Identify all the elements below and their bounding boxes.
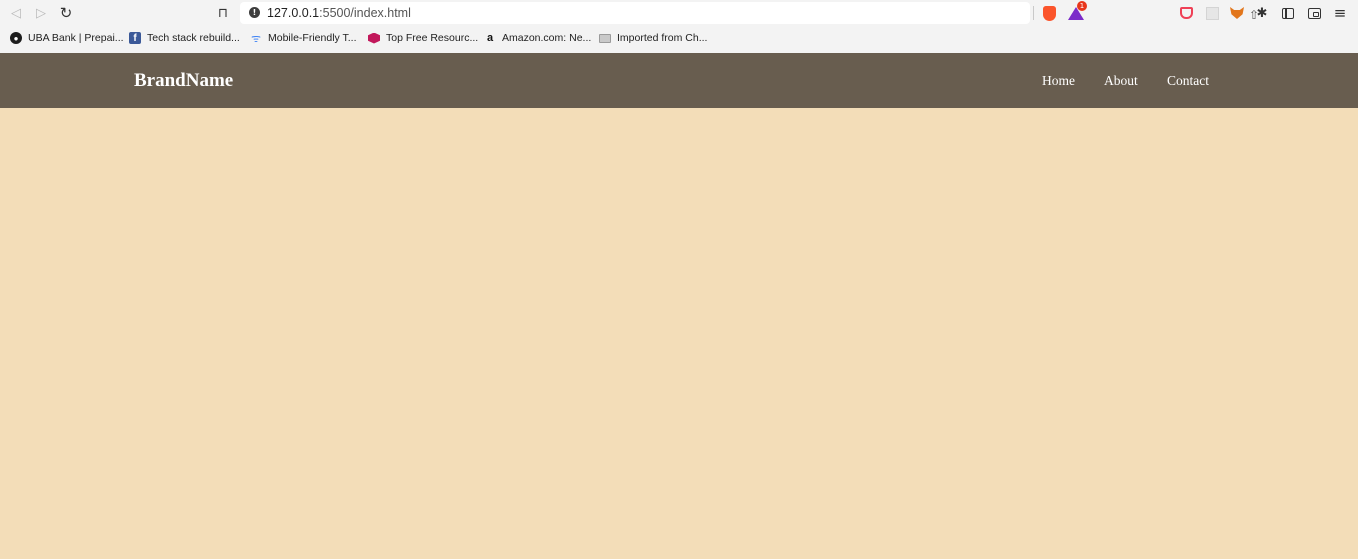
menu-icon[interactable]: ≡ [1331, 4, 1349, 22]
bookmark-page-icon[interactable]: ⊓ [213, 3, 233, 23]
toolbar-divider [1033, 6, 1034, 20]
bookmark-label: Mobile-Friendly T... [268, 32, 357, 44]
metamask-icon[interactable] [1228, 4, 1246, 22]
pocket-icon[interactable] [1177, 4, 1195, 22]
brave-rewards-icon[interactable]: 1 [1067, 1, 1087, 22]
url-host: 127.0.0.1 [267, 6, 320, 20]
address-bar[interactable]: ! 127.0.0.1:5500/index.html ⇧ [240, 2, 1259, 24]
brave-shields-icon[interactable] [1040, 4, 1058, 22]
nav-link-contact[interactable]: Contact [1167, 73, 1209, 89]
url-text[interactable]: 127.0.0.1:5500/index.html [267, 6, 411, 20]
amazon-icon: a [486, 32, 494, 44]
browser-chrome: ◁ ▷ ↻ ⊓ ! 127.0.0.1:5500/index.html ⇧ 1 … [0, 0, 1358, 53]
mobile-test-icon: ᯤ [250, 32, 262, 45]
wallet-icon[interactable] [1305, 4, 1323, 22]
bookmark-item[interactable]: Imported from Ch... [599, 28, 707, 48]
hexagon-icon [368, 32, 380, 44]
bookmark-item[interactable]: Top Free Resourc... [368, 28, 478, 48]
puzzle-icon[interactable]: ✱ [1253, 4, 1271, 22]
url-path: :5500/index.html [319, 6, 411, 20]
bookmark-label: Amazon.com: Ne... [502, 32, 592, 44]
bookmark-label: Imported from Ch... [617, 32, 708, 44]
bookmark-item[interactable]: ᯤ Mobile-Friendly T... [250, 28, 357, 48]
nav-link-about[interactable]: About [1104, 73, 1138, 89]
bookmark-item[interactable]: a Amazon.com: Ne... [484, 28, 591, 48]
bookmark-label: Tech stack rebuild... [147, 32, 240, 44]
site-info-icon[interactable]: ! [249, 7, 260, 18]
bookmark-label: Top Free Resourc... [386, 32, 479, 44]
forward-icon[interactable]: ▷ [31, 3, 51, 23]
brand-logo[interactable]: BrandName [134, 70, 233, 92]
browser-toolbar: ◁ ▷ ↻ ⊓ ! 127.0.0.1:5500/index.html ⇧ 1 … [0, 0, 1358, 26]
reload-icon[interactable]: ↻ [56, 3, 76, 23]
back-icon[interactable]: ◁ [6, 3, 26, 23]
globe-icon: ● [10, 32, 22, 44]
bookmarks-bar: ● UBA Bank | Prepai... f Tech stack rebu… [0, 28, 1358, 48]
bookmark-item[interactable]: f Tech stack rebuild... [129, 28, 240, 48]
sidebar-icon[interactable] [1279, 4, 1297, 22]
page-content [0, 108, 1358, 559]
extension-placeholder-icon[interactable] [1203, 4, 1221, 22]
bookmark-label: UBA Bank | Prepai... [28, 32, 124, 44]
bookmark-item[interactable]: ● UBA Bank | Prepai... [10, 28, 124, 48]
rewards-badge: 1 [1077, 1, 1087, 11]
facebook-icon: f [129, 32, 141, 44]
site-header: BrandName Home About Contact [0, 53, 1358, 108]
folder-icon [599, 33, 611, 43]
nav-link-home[interactable]: Home [1042, 73, 1075, 89]
